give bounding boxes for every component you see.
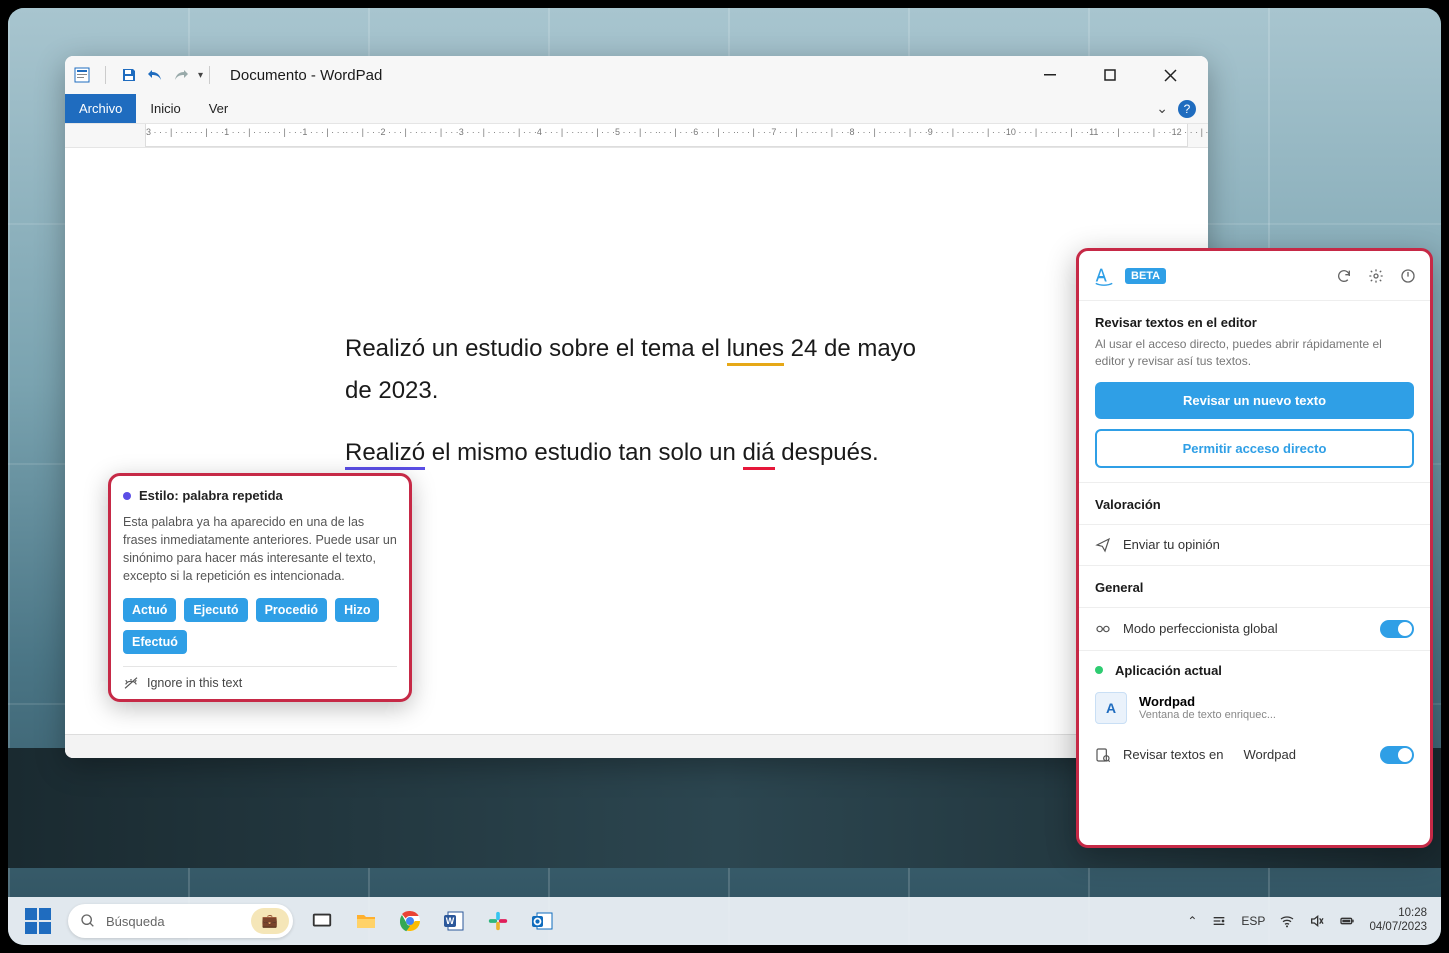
slack-icon[interactable] [483,906,513,936]
review-in-app-row: Revisar textos en Wordpad [1079,734,1430,776]
suggestion-popup: Estilo: palabra repetida Esta palabra ya… [108,473,412,702]
suggestion-chip[interactable]: Hizo [335,598,379,622]
clock[interactable]: 10:28 04/07/2023 [1369,907,1427,935]
menubar: Archivo Inicio Ver ⌄ ? [65,94,1208,124]
current-app-row: A Wordpad Ventana de texto enriquec... [1079,682,1430,734]
issue-type-dot-icon [123,492,131,500]
system-tray: ⌃ ESP 10:28 04/07/2023 [1187,907,1427,935]
tray-settings-icon[interactable] [1211,913,1227,929]
gear-icon[interactable] [1368,268,1384,284]
lt-section-subtitle: Al usar el acceso directo, puedes abrir … [1095,336,1414,370]
glasses-icon [1095,621,1111,637]
volume-muted-icon[interactable] [1309,913,1325,929]
chrome-icon[interactable] [395,906,425,936]
tray-overflow-icon[interactable]: ⌃ [1187,914,1197,928]
refresh-icon[interactable] [1336,268,1352,284]
send-icon [1095,537,1111,553]
suggestion-chip[interactable]: Ejecutó [184,598,247,622]
titlebar[interactable]: ▾ Documento - WordPad [65,56,1208,94]
redo-icon[interactable] [172,66,190,84]
ignore-label: Ignore in this text [147,676,242,690]
lt-editor-section: Revisar textos en el editor Al usar el a… [1079,301,1430,483]
word-icon[interactable]: W [439,906,469,936]
qat-customize-icon[interactable]: ▾ [198,70,203,81]
suggestion-chip[interactable]: Actuó [123,598,176,622]
power-icon[interactable] [1400,268,1416,284]
ribbon-collapse-icon[interactable]: ⌄ [1156,100,1168,117]
quick-access-toolbar: ▾ [73,66,203,84]
battery-icon[interactable] [1339,913,1355,929]
suggestion-chips: Actuó Ejecutó Procedió Hizo Efectuó [123,598,397,667]
menu-archivo[interactable]: Archivo [65,94,136,123]
perfectionist-mode-row: Modo perfeccionista global [1079,607,1430,651]
valoracion-heading: Valoración [1095,497,1414,512]
general-heading: General [1095,580,1414,595]
repetition-word[interactable]: Realizó [345,439,425,470]
outlook-icon[interactable] [527,906,557,936]
review-in-app-toggle[interactable] [1380,746,1414,764]
app-icon [73,66,91,84]
perfectionist-toggle[interactable] [1380,620,1414,638]
save-icon[interactable] [120,66,138,84]
search-highlight-icon: 💼 [251,908,289,934]
ignore-button[interactable]: Ignore in this text [123,667,397,691]
lt-header: BETA [1079,251,1430,301]
language-indicator[interactable]: ESP [1241,914,1265,928]
popup-description: Esta palabra ya ha aparecido en una de l… [123,513,397,586]
help-icon[interactable]: ? [1178,100,1196,118]
app-description: Ventana de texto enriquec... [1139,709,1276,721]
review-icon [1095,747,1111,763]
minimize-button[interactable] [1030,60,1070,90]
languagetool-panel: BETA Revisar textos en el editor Al usar… [1076,248,1433,848]
lt-section-title: Revisar textos en el editor [1095,315,1414,330]
suggestion-chip[interactable]: Efectuó [123,630,187,654]
start-button[interactable] [22,905,54,937]
review-new-text-button[interactable]: Revisar un nuevo texto [1095,382,1414,419]
wordpad-app-icon: A [1095,692,1127,724]
desktop: ▾ Documento - WordPad Archivo Inicio Ver… [8,8,1441,945]
undo-icon[interactable] [146,66,164,84]
active-dot-icon [1095,666,1103,674]
paragraph-2[interactable]: Realizó el mismo estudio tan solo un diá… [345,432,925,474]
statusbar: 100% [65,734,1208,758]
menu-ver[interactable]: Ver [195,94,243,123]
taskbar-search[interactable]: Búsqueda 💼 [68,904,293,938]
close-button[interactable] [1150,60,1190,90]
task-view-icon[interactable] [307,906,337,936]
window-title: Documento - WordPad [230,67,382,84]
menu-inicio[interactable]: Inicio [136,94,194,123]
allow-shortcut-button[interactable]: Permitir acceso directo [1095,429,1414,468]
send-feedback-row[interactable]: Enviar tu opinión [1079,524,1430,566]
app-name: Wordpad [1139,694,1276,709]
popup-title: Estilo: palabra repetida [139,488,283,503]
style-warning-word[interactable]: lunes [727,335,784,366]
lt-logo-icon [1093,265,1115,287]
beta-badge: BETA [1125,268,1166,284]
file-explorer-icon[interactable] [351,906,381,936]
taskbar: Búsqueda 💼 W ⌃ ESP 10:28 04/07/2023 [8,897,1441,945]
ruler[interactable]: 3 · · · | · · ·· · · | · · ·1 · · · | · … [65,124,1208,148]
search-icon [80,913,96,929]
search-placeholder: Búsqueda [106,914,165,929]
suggestion-chip[interactable]: Procedió [256,598,328,622]
current-app-heading: Aplicación actual [1115,663,1222,678]
svg-text:W: W [446,916,455,926]
maximize-button[interactable] [1090,60,1130,90]
paragraph-1[interactable]: Realizó un estudio sobre el tema el lune… [345,328,925,412]
wifi-icon[interactable] [1279,913,1295,929]
spelling-error-word[interactable]: diá [743,439,775,470]
